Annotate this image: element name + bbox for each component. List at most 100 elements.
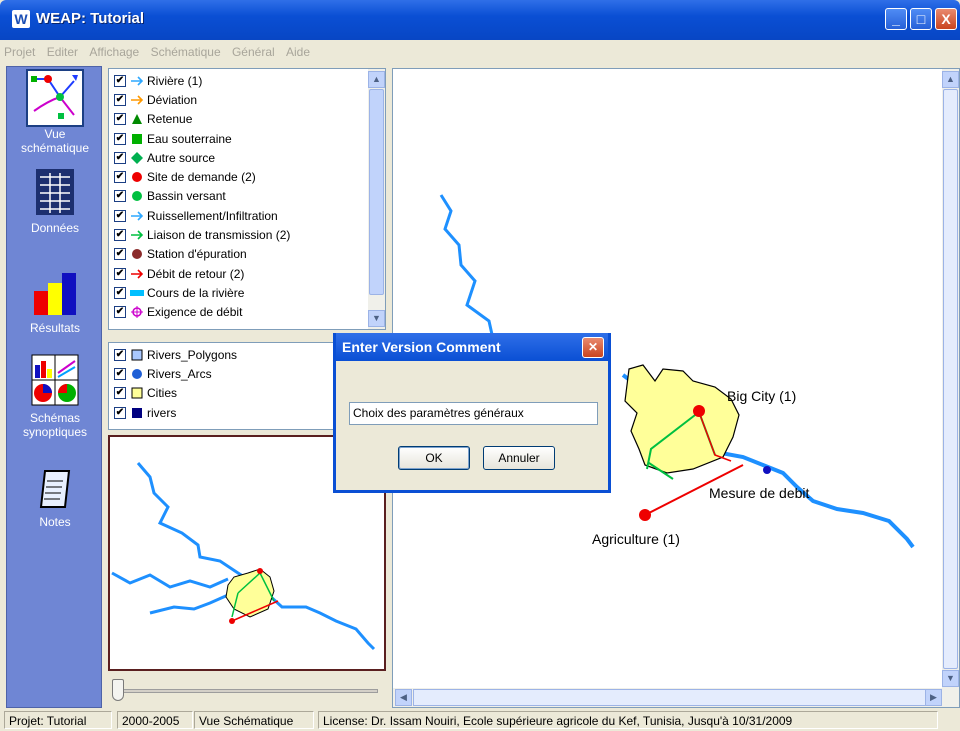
layer-label: Rivers_Arcs (147, 366, 212, 381)
circle-icon (130, 190, 144, 202)
layer-checkbox[interactable]: ✔ (114, 171, 126, 184)
ok-button[interactable]: OK (398, 446, 470, 470)
dialog-close-button[interactable]: ✕ (582, 337, 604, 358)
arrow-icon (130, 94, 144, 106)
slider-handle[interactable] (112, 679, 124, 701)
layer-checkbox[interactable]: ✔ (114, 229, 126, 242)
nav-results[interactable]: Résultats (7, 263, 103, 335)
arrow-icon (130, 210, 144, 222)
layer-checkbox[interactable]: ✔ (114, 286, 126, 299)
scroll-left-arrow-icon[interactable]: ◀ (395, 689, 412, 706)
gauge-label: Mesure de debit (709, 485, 810, 501)
scroll-up-arrow-icon[interactable]: ▲ (368, 71, 385, 88)
layer-checkbox[interactable]: ✔ (114, 113, 126, 126)
layer-label: Rivière (1) (147, 73, 203, 88)
menu-bar: Projet Editer Affichage Schématique Géné… (0, 40, 960, 64)
layer-checkbox[interactable]: ✔ (114, 74, 126, 87)
menu-aide[interactable]: Aide (282, 40, 314, 64)
layers-scrollbar[interactable]: ▲ ▼ (368, 69, 385, 329)
nav-schematic-label2: schématique (20, 141, 90, 155)
close-button[interactable]: X (935, 8, 957, 30)
menu-projet[interactable]: Projet (0, 40, 39, 64)
square-outline-icon (130, 349, 144, 361)
object-layer-row[interactable]: ✔ Eau souterraine (109, 129, 385, 148)
object-layer-row[interactable]: ✔ Retenue (109, 110, 385, 129)
layer-checkbox[interactable]: ✔ (114, 387, 126, 400)
menu-schematique[interactable]: Schématique (147, 40, 225, 64)
object-layer-row[interactable]: ✔ Liaison de transmission (2) (109, 225, 385, 244)
layer-checkbox[interactable]: ✔ (114, 267, 126, 280)
scroll-down-arrow-icon[interactable]: ▼ (942, 670, 959, 687)
nav-notes-label: Notes (39, 515, 71, 529)
object-layer-row[interactable]: ✔ Déviation (109, 90, 385, 109)
layer-label: Station d'épuration (147, 247, 247, 262)
minimize-button[interactable]: _ (885, 8, 907, 30)
bar-icon (130, 287, 144, 299)
object-layer-row[interactable]: ✔ Ruissellement/Infiltration (109, 206, 385, 225)
scroll-right-arrow-icon[interactable]: ▶ (925, 689, 942, 706)
target-icon (130, 306, 144, 319)
nav-data-label: Données (30, 221, 80, 235)
layer-checkbox[interactable]: ✔ (114, 209, 126, 222)
app-icon: W (12, 10, 30, 28)
object-layer-row[interactable]: ✔ Débit de retour (2) (109, 264, 385, 283)
nav-overviews-label1: Schémas (29, 411, 81, 425)
scroll-down-arrow-icon[interactable]: ▼ (368, 310, 385, 327)
layer-label: Exigence de débit (147, 305, 243, 320)
circle-icon (130, 368, 144, 380)
arrow-icon (130, 229, 144, 241)
layer-checkbox[interactable]: ✔ (114, 367, 126, 380)
object-layer-row[interactable]: ✔ Cours de la rivière (109, 283, 385, 302)
version-comment-dialog: Enter Version Comment ✕ Choix des paramè… (333, 333, 611, 493)
cancel-button[interactable]: Annuler (483, 446, 555, 470)
circle-icon (130, 248, 144, 260)
nav-data[interactable]: Données (7, 163, 103, 235)
menu-general[interactable]: Général (228, 40, 279, 64)
zoom-slider[interactable] (108, 677, 386, 705)
scroll-up-arrow-icon[interactable]: ▲ (942, 71, 959, 88)
canvas-vscrollbar[interactable]: ▲ ▼ (942, 69, 959, 689)
nav-schematic[interactable]: Vue schématique (7, 69, 103, 155)
agriculture-node[interactable] (639, 509, 651, 521)
layer-checkbox[interactable]: ✔ (114, 306, 126, 319)
square-outline-icon (130, 387, 144, 399)
layer-label: Retenue (147, 112, 193, 127)
version-comment-input[interactable]: Choix des paramètres généraux (349, 402, 598, 425)
layer-checkbox[interactable]: ✔ (114, 93, 126, 106)
scroll-thumb[interactable] (369, 89, 384, 295)
object-layer-row[interactable]: ✔ Site de demande (2) (109, 167, 385, 186)
canvas-hscrollbar[interactable]: ◀ ▶ (393, 688, 959, 707)
triangle-icon (130, 113, 144, 125)
menu-editer[interactable]: Editer (43, 40, 82, 64)
nav-notes[interactable]: Notes (7, 467, 103, 529)
layer-label: Déviation (147, 92, 198, 107)
maximize-button[interactable]: □ (910, 8, 932, 30)
layer-checkbox[interactable]: ✔ (114, 248, 126, 261)
object-layer-row[interactable]: ✔ Bassin versant (109, 187, 385, 206)
nav-overviews[interactable]: Schémas synoptiques (7, 353, 103, 439)
layer-label: Liaison de transmission (2) (147, 228, 291, 243)
object-layer-row[interactable]: ✔ Rivière (1) (109, 71, 385, 90)
canvas-hscroll-thumb[interactable] (413, 689, 933, 706)
big-city-node[interactable] (693, 405, 705, 417)
layer-checkbox[interactable]: ✔ (114, 151, 126, 164)
status-license: License: Dr. Issam Nouiri, Ecole supérie… (318, 711, 938, 729)
bar-chart-icon (26, 263, 84, 321)
big-city-label: Big City (1) (727, 388, 797, 404)
layer-checkbox[interactable]: ✔ (114, 190, 126, 203)
menu-affichage[interactable]: Affichage (85, 40, 143, 64)
layer-checkbox[interactable]: ✔ (114, 348, 126, 361)
layer-label: rivers (147, 405, 177, 420)
arrow-icon (130, 75, 144, 87)
layer-checkbox[interactable]: ✔ (114, 406, 126, 419)
object-layer-row[interactable]: ✔ Autre source (109, 148, 385, 167)
canvas-vscroll-thumb[interactable] (943, 89, 958, 669)
nav-schematic-label1: Vue (44, 127, 66, 141)
window-title: WEAP: Tutorial (36, 10, 145, 27)
object-layer-row[interactable]: ✔ Exigence de débit (109, 303, 385, 322)
layer-label: Autre source (147, 150, 216, 165)
layer-checkbox[interactable]: ✔ (114, 132, 126, 145)
object-layer-row[interactable]: ✔ Station d'épuration (109, 245, 385, 264)
dialog-title: Enter Version Comment (336, 333, 608, 361)
streamflow-gauge-node[interactable] (763, 466, 771, 474)
